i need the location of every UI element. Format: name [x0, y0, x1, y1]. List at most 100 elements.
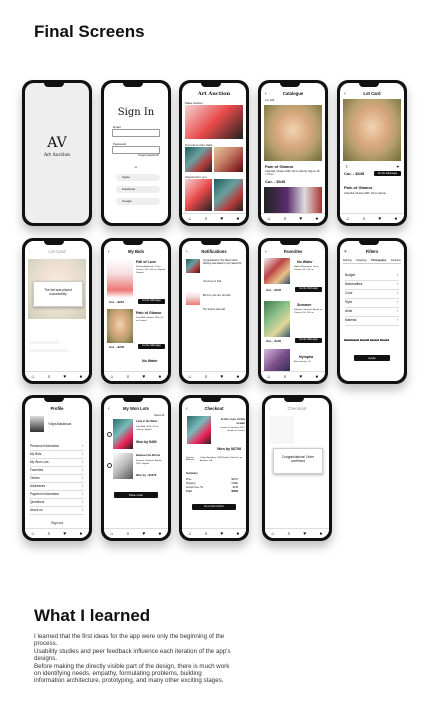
delivery-address[interactable]: Yuliya Basildova, 1962 Harbor View Dr, L… — [200, 457, 244, 463]
filter-chip[interactable]: Acrylic — [360, 339, 369, 341]
featured-artwork[interactable] — [185, 105, 243, 139]
search-icon[interactable]: ⌕ — [205, 531, 208, 537]
artwork-image[interactable] — [264, 187, 322, 213]
profile-row[interactable]: About us › — [30, 506, 84, 515]
home-icon[interactable]: ⌂ — [268, 216, 271, 222]
search-icon[interactable]: ⌕ — [127, 531, 130, 537]
filter-chip[interactable]: Framed — [369, 339, 380, 341]
heart-icon[interactable]: ♥ — [299, 216, 302, 222]
home-icon[interactable]: ⌂ — [268, 374, 271, 380]
filter-tab-active[interactable]: Photography — [371, 259, 386, 262]
notification-text[interactable]: Congratulations! The Water Nettle Painti… — [203, 260, 243, 266]
email-field[interactable] — [112, 129, 160, 137]
filter-chip[interactable]: Signed — [380, 339, 390, 341]
home-icon[interactable]: ⌂ — [189, 531, 192, 537]
heart-icon[interactable]: ♥ — [220, 374, 223, 380]
bid-item-image[interactable] — [107, 309, 133, 343]
user-icon[interactable]: ● — [394, 216, 397, 222]
select-checkbox[interactable] — [107, 463, 112, 468]
won-item-image[interactable] — [113, 419, 133, 449]
search-icon[interactable]: ⌕ — [284, 374, 287, 380]
password-field[interactable] — [112, 146, 160, 154]
set-bid-button[interactable]: Set the bid/budget — [374, 171, 401, 176]
search-icon[interactable]: ⌕ — [48, 531, 51, 537]
search-icon[interactable]: ⌕ — [205, 216, 208, 222]
search-icon[interactable]: ⌕ — [288, 531, 291, 537]
avatar[interactable] — [30, 416, 44, 432]
heart-icon[interactable]: ♥ — [142, 374, 145, 380]
confirm-bid-button[interactable]: Go to bid confirm — [192, 504, 236, 510]
notifications-title: Notifications — [201, 249, 227, 254]
notification-text[interactable]: Your lot is on hold — [203, 281, 243, 283]
heart-icon[interactable]: ♥ — [63, 531, 66, 537]
home-icon[interactable]: ⌂ — [32, 374, 35, 380]
select-all[interactable]: Select All — [154, 414, 164, 417]
place-order-button[interactable]: Place order — [114, 492, 158, 498]
favorite-image[interactable] — [264, 258, 290, 284]
filter-tab[interactable]: Sculpture — [391, 259, 401, 262]
forgot-link[interactable]: Forgot password? — [138, 154, 159, 157]
share-icon[interactable]: ⇪ — [345, 164, 348, 169]
home-icon[interactable]: ⌂ — [189, 374, 192, 380]
tab-bar: ⌂ ⌕ ♥ ● — [182, 213, 246, 223]
success-message: The bid was placed successfully — [44, 288, 72, 296]
heart-icon[interactable]: ♥ — [303, 531, 306, 537]
heart-icon[interactable]: ♥ — [142, 531, 145, 537]
home-icon[interactable]: ⌂ — [111, 531, 114, 537]
apply-button[interactable]: Apply — [354, 355, 390, 361]
search-icon[interactable]: ⌕ — [363, 216, 366, 222]
filter-chip[interactable]: Oil on canvas — [344, 339, 360, 341]
filter-tab[interactable]: Drawings — [356, 259, 366, 262]
facebook-label: Facebook — [122, 187, 136, 191]
search-icon[interactable]: ⌕ — [127, 374, 130, 380]
home-icon[interactable]: ⌂ — [32, 531, 35, 537]
search-icon[interactable]: ⌕ — [284, 216, 287, 222]
user-icon[interactable]: ● — [158, 374, 161, 380]
user-icon[interactable]: ● — [236, 374, 239, 380]
modal-overlay[interactable] — [25, 241, 89, 381]
artwork-image[interactable] — [343, 99, 401, 161]
artwork-thumb[interactable] — [185, 147, 212, 172]
artwork-thumb[interactable] — [214, 179, 243, 211]
user-icon[interactable]: ● — [315, 374, 318, 380]
set-bid-button[interactable]: Set the bid/budget — [138, 344, 165, 349]
artwork-thumb[interactable] — [214, 147, 243, 172]
apple-button[interactable]: Apple — [116, 174, 160, 181]
user-icon[interactable]: ● — [236, 216, 239, 222]
heart-icon[interactable]: ♥ — [397, 164, 399, 169]
heart-icon[interactable]: ♥ — [220, 531, 223, 537]
won-item-image[interactable] — [113, 453, 133, 479]
set-bid-button[interactable]: Set the bid/budget — [295, 287, 322, 292]
artwork-thumb[interactable] — [185, 179, 212, 211]
artwork-image[interactable] — [264, 105, 322, 161]
signout-button[interactable]: Sign out — [25, 521, 89, 525]
facebook-button[interactable]: Facebook — [116, 186, 160, 193]
user-icon[interactable]: ● — [319, 531, 322, 537]
set-bid-button[interactable]: Set the bid/budget — [138, 299, 165, 304]
user-icon[interactable]: ● — [315, 216, 318, 222]
filter-tab[interactable]: Painting — [343, 259, 352, 262]
heart-icon[interactable]: ♥ — [63, 374, 66, 380]
search-icon[interactable]: ⌕ — [205, 374, 208, 380]
heart-icon[interactable]: ♥ — [220, 216, 223, 222]
home-icon[interactable]: ⌂ — [111, 374, 114, 380]
home-icon[interactable]: ⌂ — [189, 216, 192, 222]
bid-item-image[interactable] — [107, 258, 133, 298]
notification-text[interactable]: The Sunrise was sold — [203, 309, 243, 311]
google-button[interactable]: Google — [116, 198, 160, 205]
notification-text[interactable]: Bid is in your cart. Not sold — [203, 295, 243, 297]
heart-icon[interactable]: ♥ — [299, 374, 302, 380]
user-icon[interactable]: ● — [79, 374, 82, 380]
search-icon[interactable]: ⌕ — [48, 374, 51, 380]
user-icon[interactable]: ● — [158, 531, 161, 537]
heart-icon[interactable]: ♥ — [378, 216, 381, 222]
home-icon[interactable]: ⌂ — [347, 216, 350, 222]
user-icon[interactable]: ● — [236, 531, 239, 537]
select-checkbox[interactable] — [107, 432, 112, 437]
lot-counter: Lot 1/22 — [265, 99, 275, 102]
home-icon[interactable]: ⌂ — [272, 531, 275, 537]
filter-row[interactable]: Material › — [345, 316, 399, 326]
user-icon[interactable]: ● — [79, 531, 82, 537]
favorite-image[interactable] — [264, 301, 290, 337]
set-bid-button[interactable]: Set the bid/budget — [295, 338, 322, 343]
